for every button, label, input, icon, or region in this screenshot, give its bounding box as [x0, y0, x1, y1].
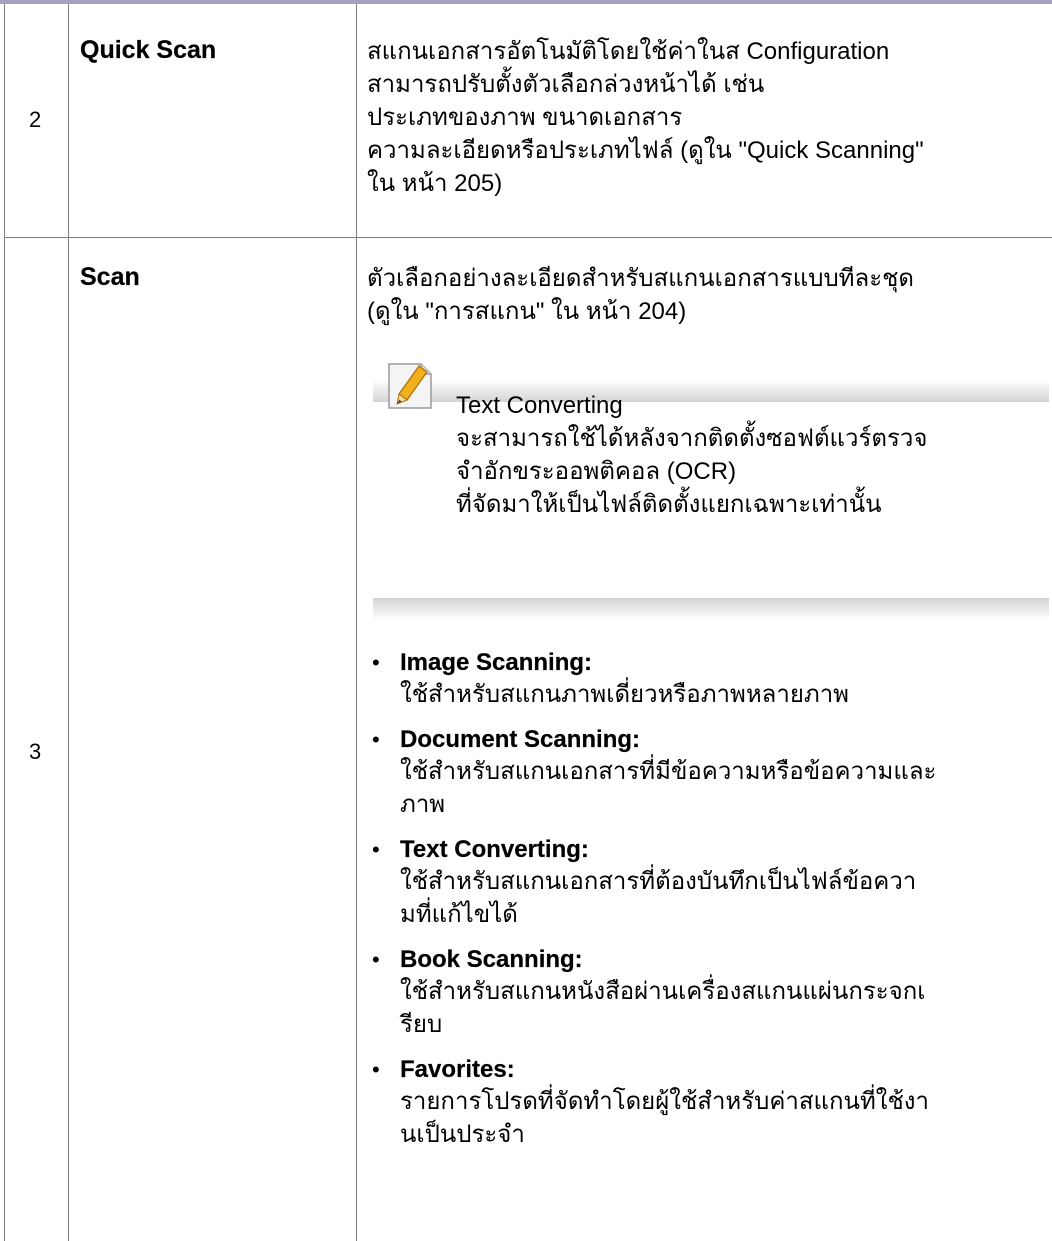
list-item: • Text Converting: ใช้สำหรับสแกนเอกสารที… [366, 835, 1046, 931]
note-line: ที่จัดมาให้เป็นไฟล์ติดตั้งแยกเฉพาะเท่านั… [456, 491, 882, 518]
list-item-title: Favorites: [400, 1056, 515, 1083]
description-line: สแกนเอกสารอัตโนมัติโดยใช้ค่าในส Configur… [367, 38, 890, 65]
description-line: ตัวเลือกอย่างละเอียดสำหรับสแกนเอกสารแบบท… [367, 265, 914, 292]
list-item-desc: ใช้สำหรับสแกนหนังสือผ่านเครื่องสแกนแผ่นก… [400, 978, 926, 1005]
function-name: Quick Scan [80, 36, 217, 64]
note-text: Text Converting จะสามารถใช้ได้หลังจากติด… [456, 389, 927, 521]
description-line: ความละเอียดหรือประเภทไฟล์ (ดูใน "Quick S… [367, 137, 924, 164]
bullet-icon: • [372, 727, 380, 752]
column-divider-number [68, 4, 69, 1241]
bullet-icon: • [372, 650, 380, 675]
bullet-icon: • [372, 1057, 380, 1082]
description-line: สามารถปรับตั้งตัวเลือกล่วงหน้าได้ เช่น [367, 71, 765, 98]
list-item-title: Image Scanning: [400, 649, 593, 676]
list-item-desc: รายการโปรดที่จัดทำโดยผู้ใช้สำหรับค่าสแกน… [400, 1088, 929, 1115]
note-line: จะสามารถใช้ได้หลังจากติดตั้งซอฟต์แวร์ตรว… [456, 425, 928, 452]
list-item-desc: มที่แก้ไขได้ [400, 901, 518, 928]
note-title: Text Converting [456, 392, 623, 419]
list-item: • Favorites: รายการโปรดที่จัดทำโดยผู้ใช้… [366, 1055, 1046, 1151]
scan-mode-list: • Image Scanning: ใช้สำหรับสแกนภาพเดี่ยว… [366, 648, 1046, 1151]
list-item: • Book Scanning: ใช้สำหรับสแกนหนังสือผ่า… [366, 945, 1046, 1041]
list-item-desc: ใช้สำหรับสแกนเอกสารที่มีข้อความหรือข้อคว… [400, 758, 937, 785]
note-line: จำอักขระออพติคอล (OCR) [456, 458, 737, 485]
row-number: 3 [29, 739, 42, 764]
function-name: Scan [80, 263, 140, 291]
list-item-title: Document Scanning: [400, 726, 641, 753]
list-item: • Image Scanning: ใช้สำหรับสแกนภาพเดี่ยว… [366, 648, 1046, 711]
list-item-desc: ใช้สำหรับสแกนภาพเดี่ยวหรือภาพหลายภาพ [400, 681, 850, 708]
list-item-desc: ภาพ [400, 791, 446, 818]
description-line: ประเภทของภาพ ขนาดเอกสาร [367, 104, 683, 131]
function-description: ตัวเลือกอย่างละเอียดสำหรับสแกนเอกสารแบบท… [367, 262, 914, 328]
note-pencil-icon [388, 363, 432, 409]
bullet-icon: • [372, 837, 380, 862]
table-top-rule [0, 0, 1052, 4]
row-number: 2 [29, 107, 42, 132]
list-item-title: Text Converting: [400, 836, 589, 863]
list-item-title: Book Scanning: [400, 946, 583, 973]
column-divider-name [356, 4, 357, 1241]
function-description: สแกนเอกสารอัตโนมัติโดยใช้ค่าในส Configur… [367, 35, 924, 200]
description-line: (ดูใน "การสแกน" ใน หน้า 204) [367, 298, 687, 325]
list-item: • Document Scanning: ใช้สำหรับสแกนเอกสาร… [366, 725, 1046, 821]
list-item-desc: ใช้สำหรับสแกนเอกสารที่ต้องบันทึกเป็นไฟล์… [400, 868, 917, 895]
note-bottom-band [373, 598, 1049, 620]
description-line: ใน หน้า 205) [367, 170, 503, 197]
list-item-desc: รียบ [400, 1011, 443, 1038]
bullet-icon: • [372, 947, 380, 972]
table-left-border [4, 4, 5, 1241]
list-item-desc: นเป็นประจำ [400, 1121, 525, 1148]
row-divider [4, 237, 1052, 238]
